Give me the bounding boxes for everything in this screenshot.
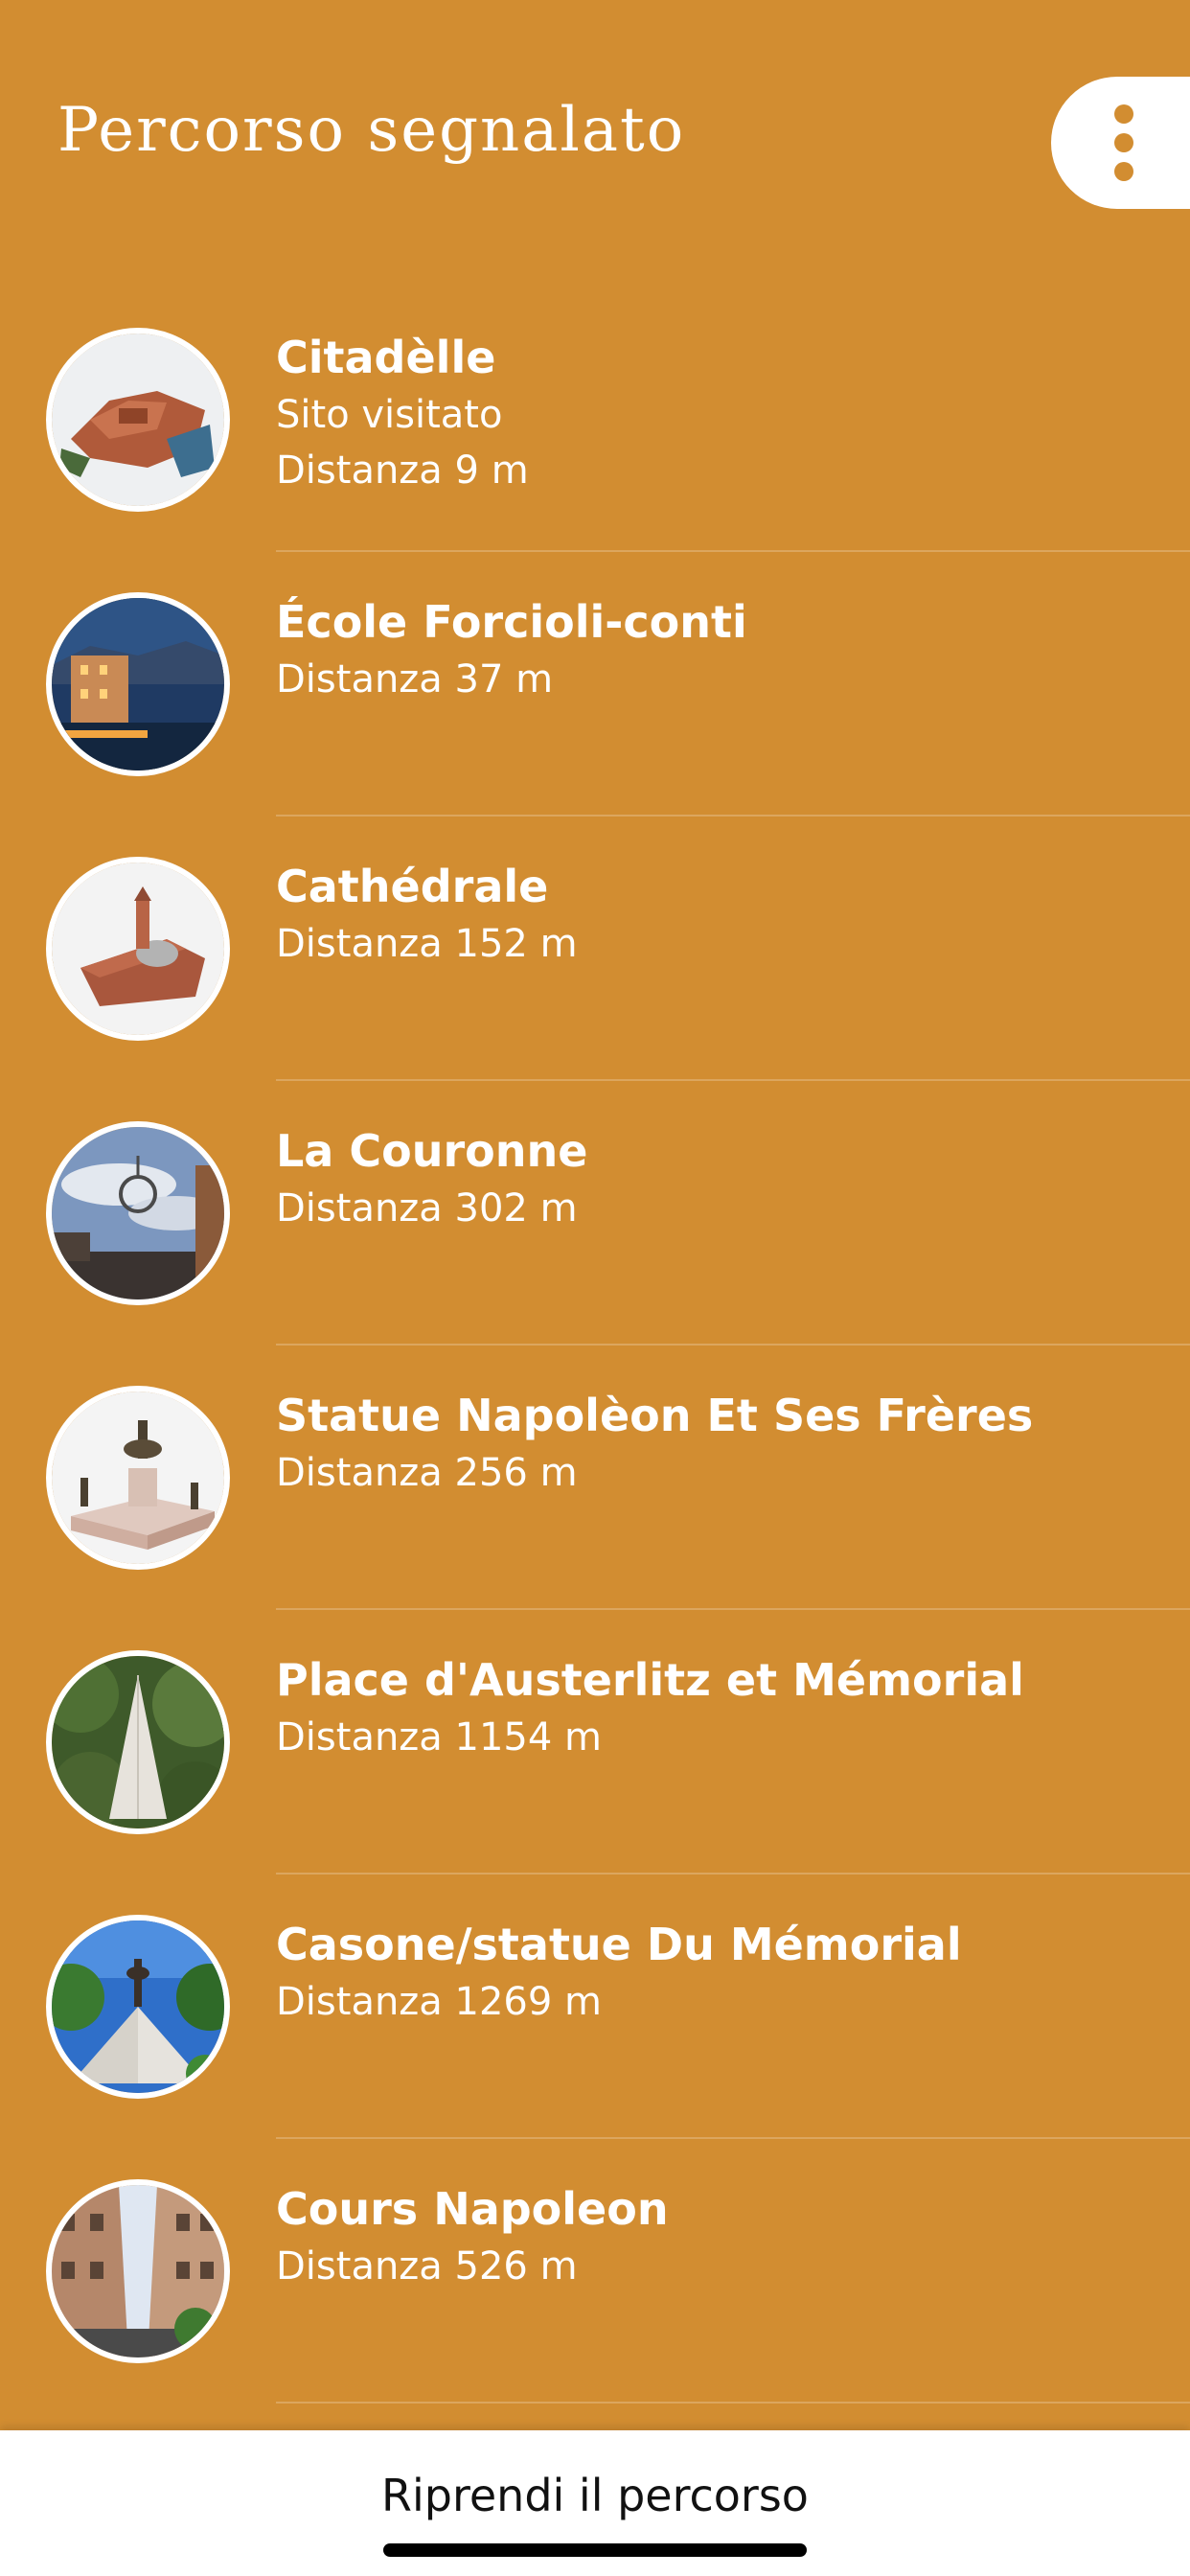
cathedrale-photo: [46, 857, 230, 1041]
citadelle-photo: [46, 328, 230, 512]
statue-napoleon-photo: [46, 1386, 230, 1570]
poi-name: Place d'Austerlitz et Mémorial: [276, 1654, 1024, 1706]
poi-name: La Couronne: [276, 1125, 588, 1177]
page-title: Percorso segnalato: [57, 95, 686, 166]
poi-name: Casone/statue Du Mémorial: [276, 1919, 962, 1970]
poi-distance: Distanza 1269 m: [276, 1980, 602, 2024]
poi-distance: Distanza 152 m: [276, 922, 578, 966]
list-item-statue-napoleon-et-ses-freres[interactable]: Statue Napolèon Et Ses Frères Distanza 2…: [0, 1346, 1190, 1610]
resume-route-button[interactable]: Riprendi il percorso: [0, 2467, 1190, 2524]
poi-distance: Distanza 9 m: [276, 448, 529, 493]
list-item-la-couronne[interactable]: La Couronne Distanza 302 m: [0, 1081, 1190, 1346]
poi-name: Citadèlle: [276, 332, 496, 383]
list-item-cathedrale[interactable]: Cathédrale Distanza 152 m: [0, 816, 1190, 1081]
bottom-bar: Riprendi il percorso: [0, 2430, 1190, 2576]
casone-statue-photo: [46, 1915, 230, 2099]
poi-name: Cathédrale: [276, 861, 549, 912]
cours-napoleon-photo: [46, 2179, 230, 2363]
poi-distance: Distanza 1154 m: [276, 1715, 602, 1760]
poi-name: École Forcioli-conti: [276, 596, 747, 648]
list-item-cours-napoleon[interactable]: Cours Napoleon Distanza 526 m: [0, 2139, 1190, 2404]
poi-distance: Distanza 302 m: [276, 1186, 578, 1230]
list-item-citadelle[interactable]: Citadèlle Sito visitato Distanza 9 m: [0, 288, 1190, 552]
poi-distance: Distanza 256 m: [276, 1451, 578, 1495]
list-item-ecole-forcioli-conti[interactable]: École Forcioli-conti Distanza 37 m: [0, 552, 1190, 816]
poi-name: Cours Napoleon: [276, 2183, 669, 2235]
place-d-austerlitz-photo: [46, 1650, 230, 1834]
home-indicator[interactable]: [383, 2543, 807, 2557]
poi-distance: Distanza 526 m: [276, 2244, 578, 2288]
ecole-forcioli-conti-photo: [46, 592, 230, 776]
list-item-place-d-austerlitz[interactable]: Place d'Austerlitz et Mémorial Distanza …: [0, 1610, 1190, 1874]
poi-name: Statue Napolèon Et Ses Frères: [276, 1390, 1034, 1441]
poi-list: Citadèlle Sito visitato Distanza 9 m Éco…: [0, 288, 1190, 2404]
list-item-casone-statue-du-memorial[interactable]: Casone/statue Du Mémorial Distanza 1269 …: [0, 1874, 1190, 2139]
poi-distance: Distanza 37 m: [276, 657, 554, 702]
la-couronne-photo: [46, 1121, 230, 1305]
more-options-button[interactable]: [1051, 77, 1190, 209]
more-vertical-icon: [1114, 104, 1133, 181]
list-divider: [276, 2402, 1190, 2404]
poi-status: Sito visitato: [276, 393, 503, 437]
